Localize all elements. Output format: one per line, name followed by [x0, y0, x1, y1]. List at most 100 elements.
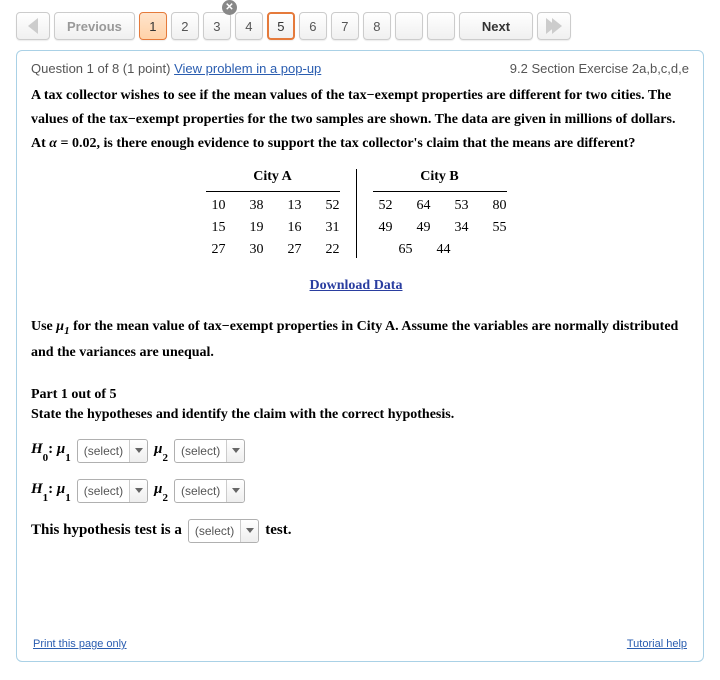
tutorial-help-link[interactable]: Tutorial help: [627, 638, 687, 650]
data-cell: 52: [320, 198, 340, 214]
page-1-button[interactable]: 1: [139, 12, 167, 40]
mu1-sub: 1: [65, 492, 71, 504]
table-row: 10 38 13 52: [206, 192, 340, 214]
h0-symbol: H: [31, 441, 43, 457]
h0-relation-select[interactable]: (select): [77, 439, 148, 463]
h1-sub: 1: [43, 492, 49, 504]
data-cell: 64: [411, 198, 431, 214]
page-6-button[interactable]: 6: [299, 12, 327, 40]
mu1-symbol: μ: [57, 441, 65, 457]
h0-sub: 0: [43, 452, 49, 464]
dropdown-icon: [129, 440, 147, 462]
next-button[interactable]: Next: [459, 12, 533, 40]
instr-part1: Use: [31, 319, 56, 334]
select-label: (select): [175, 444, 226, 458]
data-cell: 10: [206, 198, 226, 214]
data-cell: 19: [244, 220, 264, 236]
question-scroll-area[interactable]: A tax collector wishes to see if the mea…: [31, 84, 689, 632]
page-2-button[interactable]: 2: [171, 12, 199, 40]
chevron-right-double-icon: [546, 18, 562, 34]
data-cell: 34: [449, 220, 469, 236]
data-cell: 27: [206, 242, 226, 258]
data-cell: 30: [244, 242, 264, 258]
page-7-button[interactable]: 7: [331, 12, 359, 40]
dropdown-icon: [240, 520, 258, 542]
select-label: (select): [78, 484, 129, 498]
download-row: Download Data: [31, 278, 681, 294]
data-cell: 38: [244, 198, 264, 214]
tail-before: This hypothesis test is a: [31, 522, 182, 539]
close-icon[interactable]: ✕: [222, 0, 237, 15]
prev-arrow-button[interactable]: [16, 12, 50, 40]
data-cell: 53: [449, 198, 469, 214]
h0-claim-select[interactable]: (select): [174, 439, 245, 463]
view-popup-link[interactable]: View problem in a pop-up: [174, 61, 321, 76]
page-4-button[interactable]: 4: [235, 12, 263, 40]
dropdown-icon: [226, 440, 244, 462]
city-a-header: City A: [206, 169, 340, 192]
instr-part2: for the mean value of tax−exempt propert…: [31, 319, 678, 359]
h0-colon: :: [48, 441, 57, 457]
data-cell: 49: [411, 220, 431, 236]
select-label: (select): [175, 484, 226, 498]
data-cell: 80: [487, 198, 507, 214]
part-text: State the hypotheses and identify the cl…: [31, 407, 681, 423]
panel-footer: Print this page only Tutorial help: [31, 632, 689, 650]
h1-line: H1: μ1 (select) μ2 (select): [31, 479, 681, 503]
data-cell: 31: [320, 220, 340, 236]
mu2-sub: 2: [162, 452, 168, 464]
table-row: 65 44: [373, 236, 507, 258]
next-arrow-button[interactable]: [537, 12, 571, 40]
download-data-link[interactable]: Download Data: [310, 278, 403, 293]
data-table: City A 10 38 13 52 15 19 16 31 27: [31, 169, 681, 258]
mu-sub1: 1: [64, 325, 70, 337]
previous-button[interactable]: Previous: [54, 12, 135, 40]
table-row: 15 19 16 31: [206, 214, 340, 236]
page-blank-2[interactable]: [427, 12, 455, 40]
test-type-line: This hypothesis test is a (select) test.: [31, 519, 681, 543]
table-row: 27 30 27 22: [206, 236, 340, 258]
data-cell: 27: [282, 242, 302, 258]
page-blank-1[interactable]: [395, 12, 423, 40]
h1-claim-select[interactable]: (select): [174, 479, 245, 503]
instructions-text: Use μ1 for the mean value of tax−exempt …: [31, 314, 681, 364]
chevron-left-icon: [28, 18, 38, 34]
question-header: Question 1 of 8 (1 point) View problem i…: [31, 61, 689, 76]
city-a-column: City A 10 38 13 52 15 19 16 31 27: [190, 169, 357, 258]
h0-line: H0: μ1 (select) μ2 (select): [31, 439, 681, 463]
data-cell: 55: [487, 220, 507, 236]
page-5-button[interactable]: 5: [267, 12, 295, 40]
test-type-select[interactable]: (select): [188, 519, 259, 543]
mu1-symbol: μ: [57, 481, 65, 497]
data-cell: 15: [206, 220, 226, 236]
table-row: 49 49 34 55: [373, 214, 507, 236]
print-page-link[interactable]: Print this page only: [33, 638, 127, 650]
data-cell: 22: [320, 242, 340, 258]
h1-symbol: H: [31, 481, 43, 497]
mu1-sub: 1: [65, 452, 71, 464]
part-label: Part 1 out of 5: [31, 387, 681, 403]
question-counter-row: Question 1 of 8 (1 point) View problem i…: [31, 61, 321, 76]
data-cell: 65: [393, 242, 413, 258]
city-b-column: City B 52 64 53 80 49 49 34 55 65: [357, 169, 523, 258]
tail-after: test.: [265, 522, 291, 539]
page-8-button[interactable]: 8: [363, 12, 391, 40]
select-label: (select): [189, 524, 240, 538]
h1-colon: :: [48, 481, 57, 497]
mu2-sub: 2: [162, 492, 168, 504]
alpha-symbol: α: [49, 136, 57, 151]
h1-relation-select[interactable]: (select): [77, 479, 148, 503]
dropdown-icon: [226, 480, 244, 502]
question-counter: Question 1 of 8 (1 point): [31, 61, 174, 76]
dropdown-icon: [129, 480, 147, 502]
section-reference: 9.2 Section Exercise 2a,b,c,d,e: [510, 61, 689, 76]
data-cell: 49: [373, 220, 393, 236]
mu-symbol: μ: [56, 319, 64, 334]
page-3-button[interactable]: 3: [203, 12, 231, 40]
data-cell: 13: [282, 198, 302, 214]
qtext-part2: , is there enough evidence to support th…: [97, 136, 636, 151]
question-text: A tax collector wishes to see if the mea…: [31, 84, 681, 155]
question-panel: Question 1 of 8 (1 point) View problem i…: [16, 50, 704, 662]
city-b-header: City B: [373, 169, 507, 192]
select-label: (select): [78, 444, 129, 458]
